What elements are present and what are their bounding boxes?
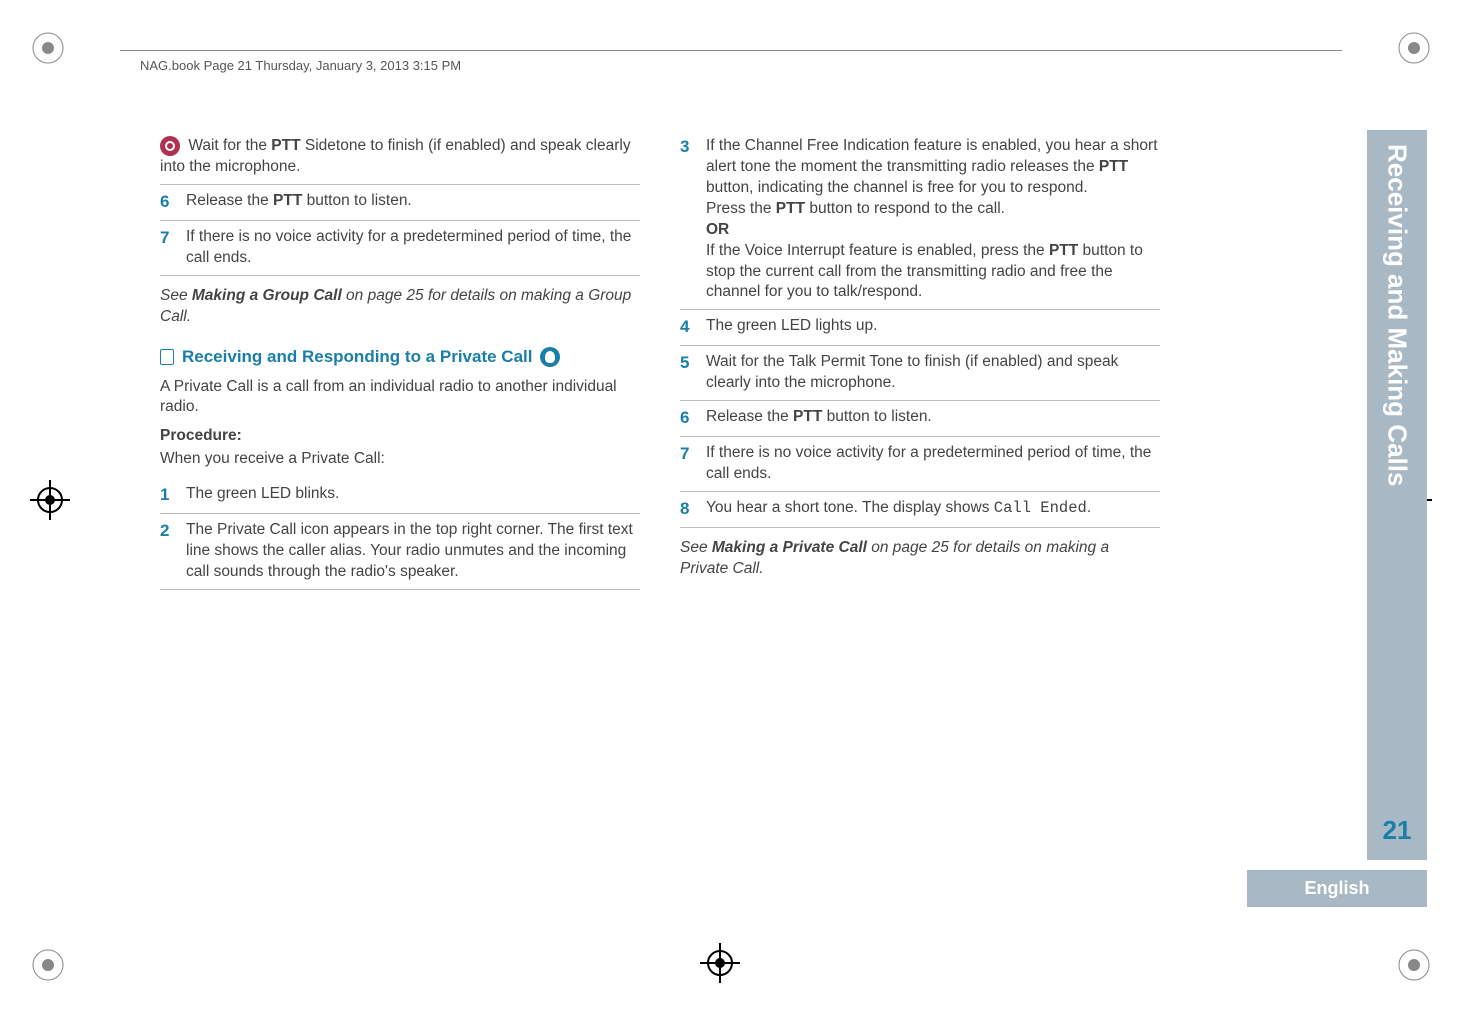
section-desc: A Private Call is a call from an individ… [160,377,640,419]
left-column: Wait for the PTT Sidetone to finish (if … [160,130,640,598]
procedure-label: Procedure: [160,426,640,447]
step-number: 5 [680,352,696,394]
text: . [1087,499,1091,516]
step-text: If the Channel Free Indication feature i… [706,136,1160,303]
text: Wait for the [188,137,271,154]
step-row: 7 If there is no voice activity for a pr… [160,221,640,276]
page-content: Wait for the PTT Sidetone to finish (if … [160,130,1160,598]
text: If the Voice Interrupt feature is enable… [706,242,1049,259]
display-text: Call Ended [994,499,1087,517]
step-number: 2 [160,520,176,583]
step-number: 6 [160,191,176,214]
step-number: 4 [680,316,696,339]
ptt-label: PTT [1099,158,1128,175]
ptt-wait-note: Wait for the PTT Sidetone to finish (if … [160,130,640,185]
step-text: Wait for the Talk Permit Tone to finish … [706,352,1160,394]
page-number: 21 [1383,815,1412,846]
text: button, indicating the channel is free f… [706,179,1088,196]
step-text: The green LED blinks. [186,484,640,507]
right-column: 3 If the Channel Free Indication feature… [680,130,1160,598]
step-row: 8 You hear a short tone. The display sho… [680,492,1160,528]
registration-mark-icon [30,30,66,66]
see-reference: See Making a Private Call on page 25 for… [680,538,1160,580]
procedure-subtext: When you receive a Private Call: [160,449,640,470]
step-row: 6 Release the PTT button to listen. [160,185,640,221]
registration-mark-icon [30,947,66,983]
text: See [160,287,192,304]
ptt-label: PTT [1049,242,1078,259]
step-text: If there is no voice activity for a pred… [186,227,640,269]
ptt-label: PTT [776,200,805,217]
step-row: 2 The Private Call icon appears in the t… [160,514,640,590]
header-rule [120,50,1342,51]
language-label: English [1247,870,1427,907]
private-call-icon [540,347,560,367]
step-row: 3 If the Channel Free Indication feature… [680,130,1160,310]
step-row: 4 The green LED lights up. [680,310,1160,346]
text: Press the [706,200,776,217]
step-number: 1 [160,484,176,507]
step-row: 1 The green LED blinks. [160,478,640,514]
text: You hear a short tone. The display shows [706,499,994,516]
ptt-label: PTT [273,192,302,209]
step-number: 3 [680,136,696,303]
side-tab: Receiving and Making Calls 21 [1367,130,1427,860]
ref-title: Making a Group Call [192,287,342,304]
running-head: NAG.book Page 21 Thursday, January 3, 20… [140,58,461,73]
step-row: 7 If there is no voice activity for a pr… [680,437,1160,492]
text: button to listen. [822,408,931,425]
text: button to listen. [302,192,411,209]
text: See [680,539,712,556]
step-row: 6 Release the PTT button to listen. [680,401,1160,437]
crosshair-icon [30,480,70,520]
step-number: 6 [680,407,696,430]
step-text: The green LED lights up. [706,316,1160,339]
text: If the Channel Free Indication feature i… [706,137,1158,175]
document-icon [160,349,174,365]
section-heading: Receiving and Responding to a Private Ca… [160,346,640,369]
text: Release the [706,408,793,425]
text: Procedure: [160,427,242,444]
ptt-label: PTT [793,408,822,425]
text: Release the [186,192,273,209]
see-reference: See Making a Group Call on page 25 for d… [160,286,640,328]
step-row: 5 Wait for the Talk Permit Tone to finis… [680,346,1160,401]
step-number: 7 [680,443,696,485]
step-text: If there is no voice activity for a pred… [706,443,1160,485]
ptt-circle-icon [160,136,180,156]
step-number: 8 [680,498,696,521]
step-number: 7 [160,227,176,269]
step-text: The Private Call icon appears in the top… [186,520,640,583]
registration-mark-icon [1396,947,1432,983]
text: button to respond to the call. [805,200,1005,217]
registration-mark-icon [1396,30,1432,66]
or-label: OR [706,221,729,238]
ref-title: Making a Private Call [712,539,867,556]
crosshair-icon [700,943,740,983]
heading-text: Receiving and Responding to a Private Ca… [182,346,532,369]
ptt-label: PTT [271,137,300,154]
side-tab-title: Receiving and Making Calls [1382,144,1413,486]
